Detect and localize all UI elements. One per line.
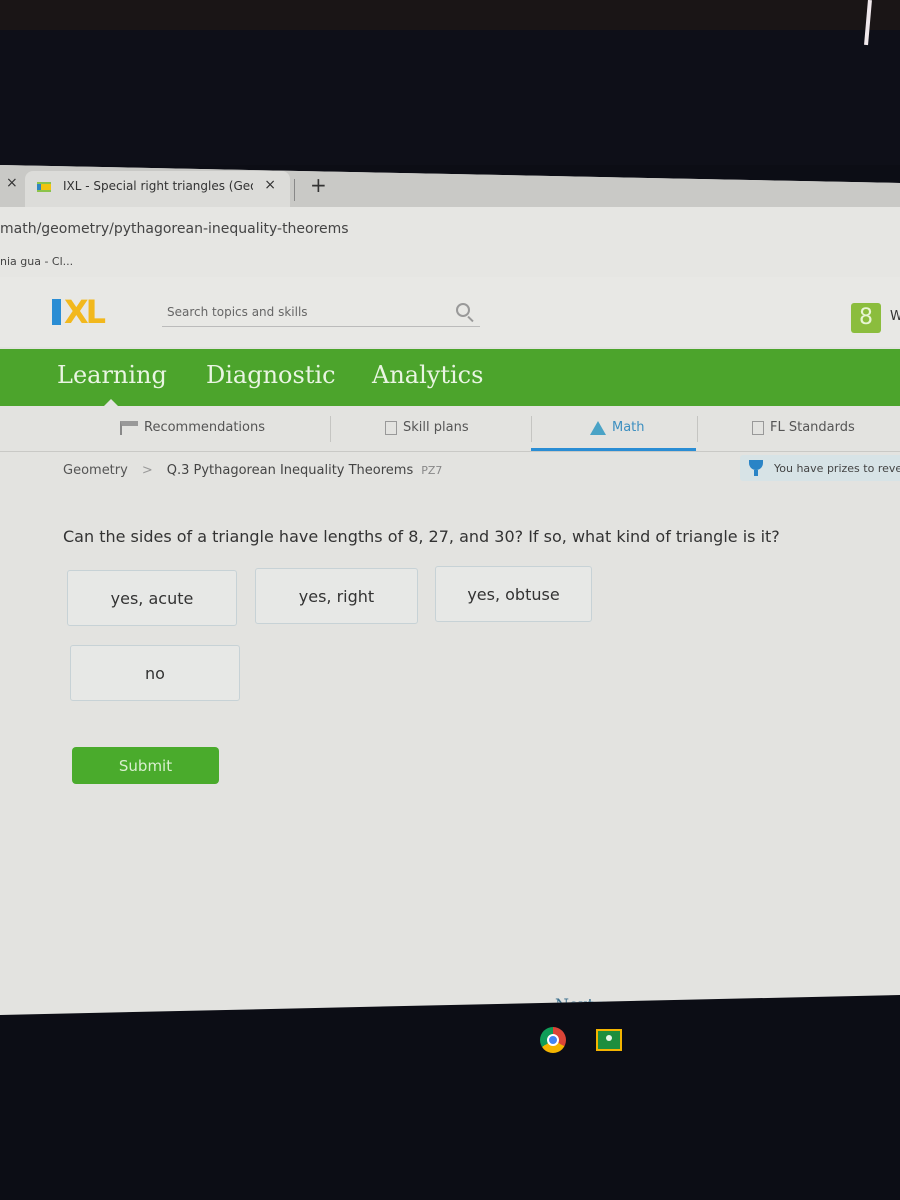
google-classroom-icon[interactable] [596,1029,622,1051]
prizes-banner[interactable]: You have prizes to reve [740,455,900,481]
os-shelf [540,1027,622,1053]
ixl-logo[interactable]: XL [52,293,147,331]
choice-yes-acute[interactable]: yes, acute [67,570,237,626]
subnav-skill-plans[interactable]: Skill plans [385,420,469,435]
signpost-icon [120,420,138,435]
tab-close-icon[interactable]: × [264,177,276,193]
prizes-text: You have prizes to reve [774,461,900,475]
ixl-favicon-icon [37,182,51,192]
avatar[interactable]: 8 [851,303,881,333]
url-text[interactable]: math/geometry/pythagorean-inequality-the… [0,221,349,237]
search-icon[interactable] [456,303,470,317]
choice-yes-obtuse[interactable]: yes, obtuse [435,566,592,622]
tab-divider [294,179,295,201]
sub-nav: Recommendations Skill plans Math FL Stan… [0,406,900,452]
chevron-right-icon: > [141,463,153,478]
new-tab-button[interactable]: + [310,173,327,197]
subnav-label: FL Standards [770,420,855,435]
search-input[interactable]: Search topics and skills [162,297,480,327]
divider [531,416,532,442]
address-bar[interactable]: math/geometry/pythagorean-inequality-the… [0,207,900,247]
subnav-math[interactable]: Math [590,420,645,435]
close-icon[interactable]: × [6,175,18,191]
breadcrumb-skill: Q.3 Pythagorean Inequality Theorems [166,463,414,478]
subnav-fl-standards[interactable]: FL Standards [752,420,855,435]
screen: × IXL - Special right triangles (Geo × +… [0,165,900,1015]
trophy-icon [746,460,766,476]
clipboard-icon [752,420,764,435]
subnav-label: Skill plans [403,420,469,435]
nav-learning[interactable]: Learning [57,361,167,389]
subnav-label: Math [612,420,645,435]
breadcrumb-subject[interactable]: Geometry [63,463,128,478]
choice-yes-right[interactable]: yes, right [255,568,418,624]
choice-no[interactable]: no [70,645,240,701]
subnav-recommendations[interactable]: Recommendations [120,420,265,435]
active-tab-underline [531,448,696,451]
tab-title: IXL - Special right triangles (Geo [63,179,253,193]
nav-analytics[interactable]: Analytics [372,361,483,389]
nav-diagnostic[interactable]: Diagnostic [206,361,336,389]
logo-i-bar [52,299,61,325]
browser-tab[interactable]: IXL - Special right triangles (Geo × [25,171,290,207]
ixl-header: XL Search topics and skills 8 W [0,277,900,347]
skill-code: PZ7 [421,464,443,477]
divider [330,416,331,442]
tab-strip: × IXL - Special right triangles (Geo × + [0,165,900,207]
monitor-bezel-top [0,0,900,165]
logo-xl: XL [64,293,106,331]
chrome-icon[interactable] [540,1027,566,1053]
breadcrumb: Geometry > Q.3 Pythagorean Inequality Th… [63,463,442,478]
pyramid-icon [590,420,606,435]
wall-reflection [0,0,900,30]
submit-button[interactable]: Submit [72,747,219,784]
skill-plan-icon [385,420,397,435]
divider [697,416,698,442]
main-nav: Learning Diagnostic Analytics [0,349,900,407]
bookmark-item[interactable]: nia gua - Cl... [0,255,73,268]
bookmarks-bar: nia gua - Cl... [0,247,900,277]
search-placeholder: Search topics and skills [167,305,308,319]
question-text: Can the sides of a triangle have lengths… [63,527,780,546]
user-name[interactable]: W [890,309,900,324]
next-up-label[interactable]: Next up [555,995,620,1014]
subnav-label: Recommendations [144,420,266,435]
